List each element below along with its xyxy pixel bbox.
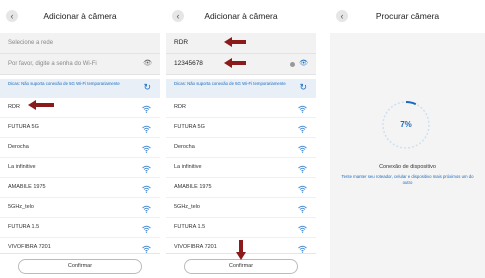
network-row[interactable]: La infinitive bbox=[0, 158, 160, 178]
confirm-button[interactable]: Confirmar bbox=[18, 259, 142, 274]
progress-area: 7% Conexão de dispositivo Tente manter s… bbox=[330, 33, 485, 278]
network-name: 5GHz_telo bbox=[174, 204, 200, 210]
refresh-icon[interactable]: ↻ bbox=[299, 83, 307, 92]
network-row[interactable]: FUTURA 1.5 bbox=[0, 218, 160, 238]
network-row[interactable]: 5GHz_telo bbox=[166, 198, 316, 218]
password-input[interactable]: Por favor, digite a senha do Wi-Fi 👁 bbox=[0, 54, 160, 75]
wifi-icon bbox=[298, 143, 307, 153]
network-list: RDR FUTURA 5G Derocha La infinitive AMABILE … bbox=[0, 98, 160, 278]
confirm-button[interactable]: Confirmar bbox=[184, 259, 298, 274]
header: ‹ Procurar câmera bbox=[330, 0, 485, 33]
network-name: FUTURA 5G bbox=[8, 124, 39, 130]
wifi-icon bbox=[298, 183, 307, 193]
arrow-icon bbox=[224, 37, 246, 47]
page-title: Procurar câmera bbox=[375, 11, 440, 21]
refresh-icon[interactable]: ↻ bbox=[143, 83, 151, 92]
network-name: AMABILE 1975 bbox=[8, 184, 46, 190]
clear-icon[interactable] bbox=[290, 62, 295, 67]
status-title: Conexão de dispositivo bbox=[379, 164, 436, 170]
wifi-icon bbox=[142, 103, 151, 113]
password-placeholder: Por favor, digite a senha do Wi-Fi bbox=[8, 61, 97, 67]
network-name: VIVOFIBRA 7201 bbox=[8, 244, 51, 250]
eye-icon[interactable]: 👁 bbox=[299, 54, 308, 74]
header: ‹ Adicionar à câmera bbox=[0, 0, 160, 33]
wifi-icon bbox=[142, 143, 151, 153]
network-name: VIVOFIBRA 7201 bbox=[174, 244, 217, 250]
wifi-icon bbox=[142, 123, 151, 133]
network-name: Derocha bbox=[174, 144, 195, 150]
hint-text: Dicas: Não suporta conexão de 5G Wi-Fi t… bbox=[0, 79, 160, 98]
progress-percent: 7% bbox=[400, 120, 412, 129]
arrow-icon bbox=[236, 240, 246, 260]
hint-label: Dicas: Não suporta conexão de 5G Wi-Fi t… bbox=[174, 81, 286, 86]
network-name: AMABILE 1975 bbox=[174, 184, 212, 190]
arrow-icon bbox=[224, 58, 246, 68]
page-title: Adicionar à câmera bbox=[204, 11, 278, 21]
bottom-bar: Confirmar bbox=[0, 253, 160, 278]
network-row[interactable]: AMABILE 1975 bbox=[166, 178, 316, 198]
panel-select-network: ‹ Adicionar à câmera Selecione a rede Po… bbox=[0, 0, 160, 278]
network-name: Derocha bbox=[8, 144, 29, 150]
network-row[interactable]: FUTURA 5G bbox=[166, 118, 316, 138]
network-name: FUTURA 1.5 bbox=[8, 224, 40, 230]
wifi-icon bbox=[298, 223, 307, 233]
wifi-icon bbox=[298, 163, 307, 173]
eye-icon[interactable]: 👁 bbox=[143, 54, 152, 74]
wifi-icon bbox=[298, 243, 307, 253]
wifi-icon bbox=[142, 223, 151, 233]
wifi-icon bbox=[298, 203, 307, 213]
panel-search-camera: ‹ Procurar câmera 7% Conexão de disposit… bbox=[330, 0, 485, 278]
hint-text: Dicas: Não suporta conexão de 5G Wi-Fi t… bbox=[166, 79, 316, 98]
ssid-input[interactable]: Selecione a rede bbox=[0, 33, 160, 54]
network-row[interactable]: La infinitive bbox=[166, 158, 316, 178]
header: ‹ Adicionar à câmera bbox=[166, 0, 316, 33]
wifi-icon bbox=[142, 203, 151, 213]
wifi-icon bbox=[298, 103, 307, 113]
wifi-icon bbox=[142, 183, 151, 193]
network-name: La infinitive bbox=[8, 164, 36, 170]
network-name: FUTURA 5G bbox=[174, 124, 205, 130]
network-name: 5GHz_telo bbox=[8, 204, 34, 210]
status-description: Tente manter seu roteador, celular e dis… bbox=[341, 174, 474, 185]
network-row[interactable]: RDR bbox=[0, 98, 160, 118]
network-row[interactable]: AMABILE 1975 bbox=[0, 178, 160, 198]
panel-enter-credentials: ‹ Adicionar à câmera RDR 12345678 👁 Dica… bbox=[166, 0, 316, 278]
password-value: 12345678 bbox=[174, 60, 203, 67]
network-name: RDR bbox=[174, 104, 186, 110]
wifi-icon bbox=[142, 243, 151, 253]
network-row[interactable]: Derocha bbox=[0, 138, 160, 158]
network-row[interactable]: FUTURA 1.5 bbox=[166, 218, 316, 238]
wifi-icon bbox=[142, 163, 151, 173]
arrow-icon bbox=[28, 100, 54, 110]
network-row[interactable]: 5GHz_telo bbox=[0, 198, 160, 218]
wifi-icon bbox=[298, 123, 307, 133]
network-name: FUTURA 1.5 bbox=[174, 224, 206, 230]
network-name: RDR bbox=[8, 104, 20, 110]
hint-label: Dicas: Não suporta conexão de 5G Wi-Fi t… bbox=[8, 81, 120, 86]
network-row[interactable]: FUTURA 5G bbox=[0, 118, 160, 138]
network-row[interactable]: Derocha bbox=[166, 138, 316, 158]
network-name: La infinitive bbox=[174, 164, 202, 170]
page-title: Adicionar à câmera bbox=[43, 11, 117, 21]
network-row[interactable]: RDR bbox=[166, 98, 316, 118]
